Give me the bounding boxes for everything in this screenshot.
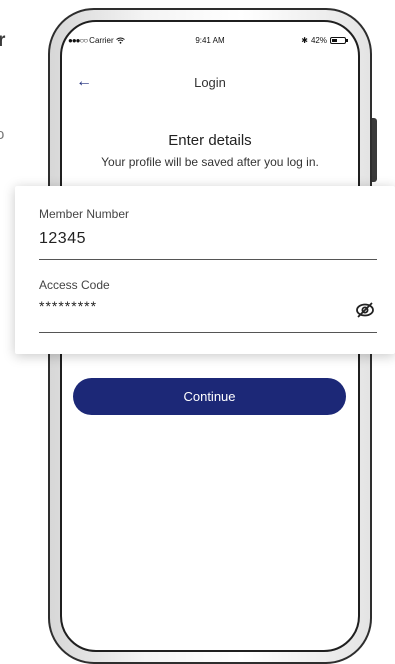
continue-button[interactable]: Continue: [73, 378, 346, 415]
member-number-input[interactable]: 12345: [39, 230, 86, 248]
background-text-fragment: r: [0, 30, 6, 51]
form-heading: Enter details: [168, 132, 252, 149]
status-bar: ●●●○○ Carrier 9:41 AM ✱ 42%: [62, 36, 358, 50]
access-code-input[interactable]: *********: [39, 298, 97, 314]
access-code-label: Access Code: [39, 278, 110, 292]
background-text-fragment-2: o: [0, 126, 5, 143]
login-form-card: Member Number 12345 Access Code ********…: [15, 186, 395, 354]
status-right: ✱ 42%: [301, 36, 348, 45]
form-subheading: Your profile will be saved after you log…: [101, 155, 319, 169]
battery-icon: [330, 37, 348, 44]
side-button: [372, 118, 377, 182]
member-number-underline: [39, 259, 377, 260]
eye-off-icon[interactable]: [355, 302, 375, 318]
access-code-underline: [39, 332, 377, 333]
page-title: Login: [194, 75, 226, 90]
bluetooth-icon: ✱: [301, 36, 308, 45]
battery-percent: 42%: [310, 36, 327, 45]
nav-bar: ← Login: [62, 74, 358, 94]
member-number-label: Member Number: [39, 207, 130, 221]
